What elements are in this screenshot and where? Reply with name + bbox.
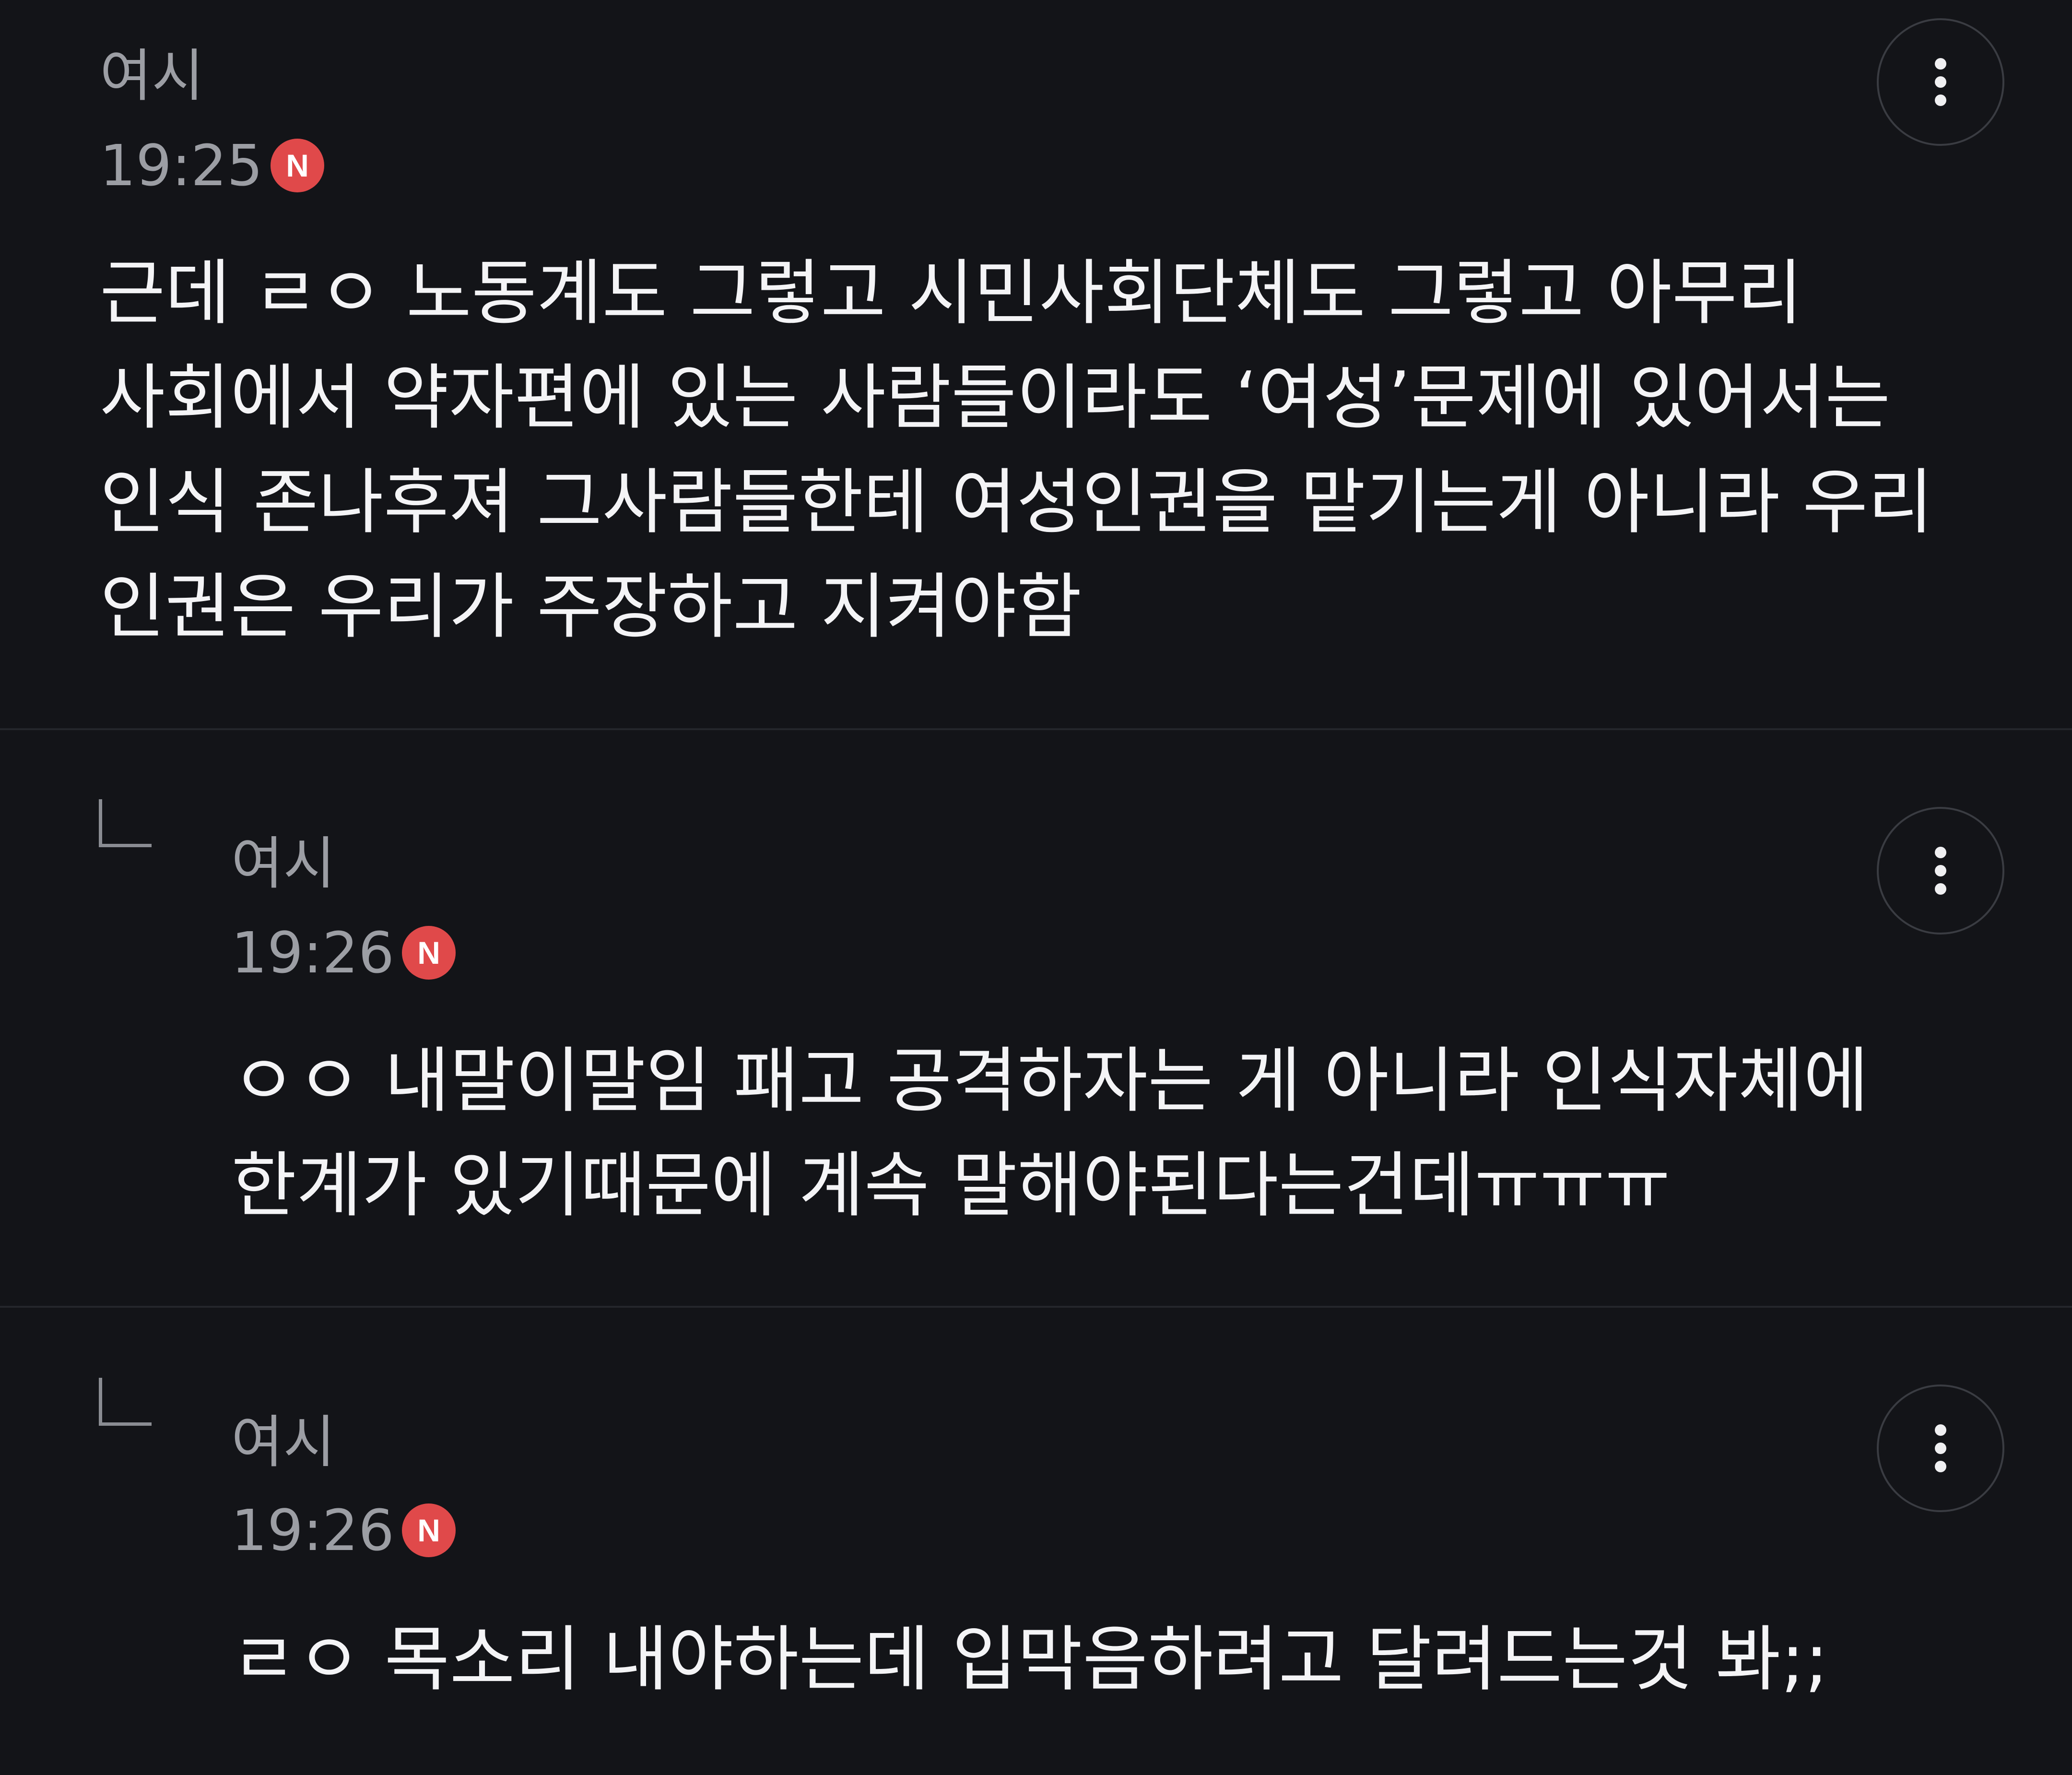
more-options-button[interactable] [1877,807,2004,935]
more-vertical-icon [1935,1424,1946,1472]
new-badge: N [271,139,325,192]
comment-author: 여시 [231,830,336,897]
comment-author: 여시 [100,43,204,109]
new-badge: N [402,1503,456,1557]
comment-time: 19:26 [231,1497,395,1563]
more-options-button[interactable] [1877,18,2004,146]
comment-meta: 19:25 N [100,132,325,199]
comment-body: ㄹㅇ 목소리 내야하는데 입막음하려고 달려드는것 봐;; [231,1618,1829,1701]
comment-time: 19:26 [231,920,395,986]
comment-author: 여시 [231,1409,336,1475]
comment-meta: 19:26 N [231,1497,456,1564]
comment-time: 19:25 [100,132,263,199]
more-options-button[interactable] [1877,1384,2004,1512]
more-vertical-icon [1935,58,1946,106]
reply-comment-item: 여시 19:26 N ㅇㅇ 내말이말임 패고 공격하자는 게 아니라 인식자체에… [0,730,2072,1306]
reply-arrow-icon [99,1378,152,1426]
comment-body: ㅇㅇ 내말이말임 패고 공격하자는 게 아니라 인식자체에 한계가 있기때문에 … [231,1040,1869,1227]
reply-comment-item: 여시 19:26 N ㄹㅇ 목소리 내야하는데 입막음하려고 달려드는것 봐;; [0,1308,2072,1775]
new-badge: N [402,926,456,980]
more-vertical-icon [1935,847,1946,895]
comment-body: 근데 ㄹㅇ 노동계도 그렇고 시민사회단체도 그렇고 아무리 사회에서 약자편에… [100,252,1933,648]
comment-item: 여시 19:25 N 근데 ㄹㅇ 노동계도 그렇고 시민사회단체도 그렇고 아무… [0,0,2072,729]
comment-meta: 19:26 N [231,919,456,986]
reply-arrow-icon [99,799,152,847]
